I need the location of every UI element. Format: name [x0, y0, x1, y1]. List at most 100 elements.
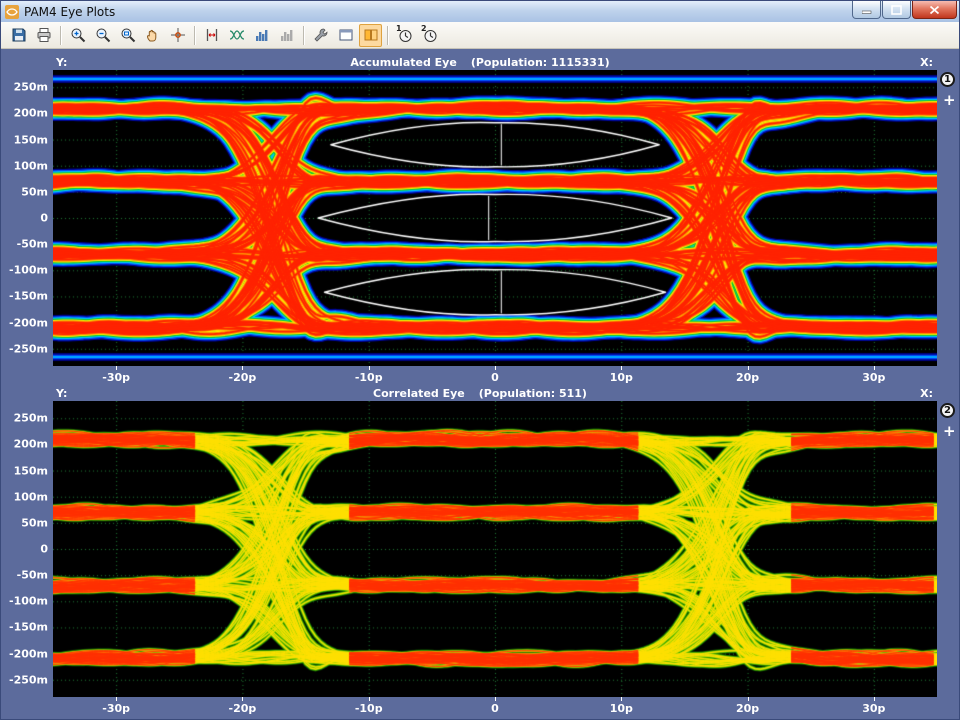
toolbar-separator [303, 26, 304, 45]
x-tick-label: 0 [491, 371, 499, 384]
x-axis-tick-labels: -30p -20p -10p 0 10p 20p 30p [53, 366, 937, 386]
zoom-plus-button[interactable]: + [943, 425, 956, 437]
x-tick-label: 30p [862, 371, 885, 384]
y-tick-label: -50m [17, 238, 48, 251]
zoom-out-button[interactable] [91, 24, 114, 47]
x-tick-label: 20p [736, 702, 759, 715]
y-tick-label: 100m [14, 490, 48, 503]
x-tick-mark [495, 697, 496, 701]
x-tick-label: -30p [102, 702, 130, 715]
y-axis-title: Y: [56, 56, 67, 69]
histogram-button[interactable] [250, 24, 273, 47]
x-tick-label: 30p [862, 702, 885, 715]
accumulated-eye-canvas[interactable] [53, 70, 937, 366]
x-tick-label: -20p [229, 371, 257, 384]
x-tick-mark [621, 366, 622, 370]
x-tick-mark [748, 697, 749, 701]
maximize-icon [891, 5, 902, 15]
x-tick-mark [369, 697, 370, 701]
plot-header: Y: Correlated Eye(Population: 511) X: [1, 386, 959, 401]
y-tick-label: -250m [9, 673, 48, 686]
x-tick-mark [874, 697, 875, 701]
population-label: (Population: 1115331) [471, 56, 610, 69]
y-tick-label: 250m [14, 412, 48, 425]
correlated-eye-plot: Y: Correlated Eye(Population: 511) X: 25… [1, 386, 959, 717]
x-tick-mark [369, 366, 370, 370]
x-tick-mark [116, 697, 117, 701]
x-tick-label: -20p [229, 702, 257, 715]
zoom-out-icon [95, 27, 111, 43]
x-tick-mark [495, 366, 496, 370]
clock-2-button[interactable]: 2 [418, 24, 441, 47]
pam4-eye-plots-window: PAM4 Eye Plots [0, 0, 960, 720]
y-tick-label: -50m [17, 569, 48, 582]
y-tick-label: 0 [40, 543, 48, 556]
toolbar-separator [194, 26, 195, 45]
layout-single-icon [338, 27, 354, 43]
x-tick-label: 20p [736, 371, 759, 384]
eye-diagram-button[interactable] [225, 24, 248, 47]
x-tick-mark [242, 366, 243, 370]
y-tick-label: 200m [14, 107, 48, 120]
zoom-window-button[interactable] [116, 24, 139, 47]
close-button[interactable] [912, 1, 957, 19]
markers-button[interactable] [200, 24, 223, 47]
y-tick-label: 100m [14, 159, 48, 172]
layout-split-icon [363, 27, 379, 43]
save-button[interactable] [7, 24, 30, 47]
population-label: (Population: 511) [479, 387, 587, 400]
x-tick-label: -30p [102, 371, 130, 384]
markers-icon [204, 27, 220, 43]
maximize-button[interactable] [882, 1, 911, 19]
zoom-in-icon [70, 27, 86, 43]
minimize-icon [862, 5, 872, 14]
titlebar[interactable]: PAM4 Eye Plots [1, 1, 959, 22]
toolbar-separator [60, 26, 61, 45]
y-tick-label: 250m [14, 81, 48, 94]
x-tick-mark [874, 366, 875, 370]
print-icon [36, 27, 52, 43]
x-tick-label: -10p [355, 371, 383, 384]
settings-wrench-button[interactable] [309, 24, 332, 47]
zoom-in-button[interactable] [66, 24, 89, 47]
x-tick-mark [242, 697, 243, 701]
layout-single-button[interactable] [334, 24, 357, 47]
data-cursor-button[interactable] [166, 24, 189, 47]
wrench-icon [313, 27, 329, 43]
histogram-icon [254, 27, 270, 43]
accumulated-eye-plot: Y: Accumulated Eye(Population: 1115331) … [1, 55, 959, 386]
layout-split-button[interactable] [359, 24, 382, 47]
app-icon [5, 5, 19, 19]
y-tick-label: -200m [9, 647, 48, 660]
pan-button[interactable] [141, 24, 164, 47]
x-axis-title: X: [920, 387, 933, 400]
correlated-eye-canvas[interactable] [53, 401, 937, 697]
plot-gutter: 1 + [937, 70, 960, 366]
y-tick-label: 50m [21, 185, 48, 198]
mask-test-button[interactable] [275, 24, 298, 47]
zoom-plus-button[interactable]: + [943, 94, 956, 106]
minimize-button[interactable] [852, 1, 881, 19]
y-tick-label: 0 [40, 212, 48, 225]
y-axis-title: Y: [56, 387, 67, 400]
x-tick-label: 10p [610, 371, 633, 384]
save-icon [11, 27, 27, 43]
x-tick-mark [748, 366, 749, 370]
y-tick-label: -200m [9, 316, 48, 329]
x-axis-tick-labels: -30p-20p-10p010p20p30p [53, 697, 937, 717]
y-tick-label: 200m [14, 438, 48, 451]
plot-number-badge[interactable]: 1 [940, 72, 955, 87]
plot-number-badge[interactable]: 2 [940, 403, 955, 418]
y-tick-label: -250m [9, 342, 48, 355]
y-tick-label: -150m [9, 621, 48, 634]
clock-1-button[interactable]: 1 [393, 24, 416, 47]
y-tick-label: 150m [14, 133, 48, 146]
y-tick-label: 50m [21, 516, 48, 529]
x-axis-title: X: [920, 56, 933, 69]
x-tick-label: -10p [355, 702, 383, 715]
plot-header: Y: Accumulated Eye(Population: 1115331) … [1, 55, 959, 70]
print-button[interactable] [32, 24, 55, 47]
window-title: PAM4 Eye Plots [24, 5, 115, 19]
clock-1-label: 1 [396, 25, 402, 33]
y-tick-label: -100m [9, 264, 48, 277]
